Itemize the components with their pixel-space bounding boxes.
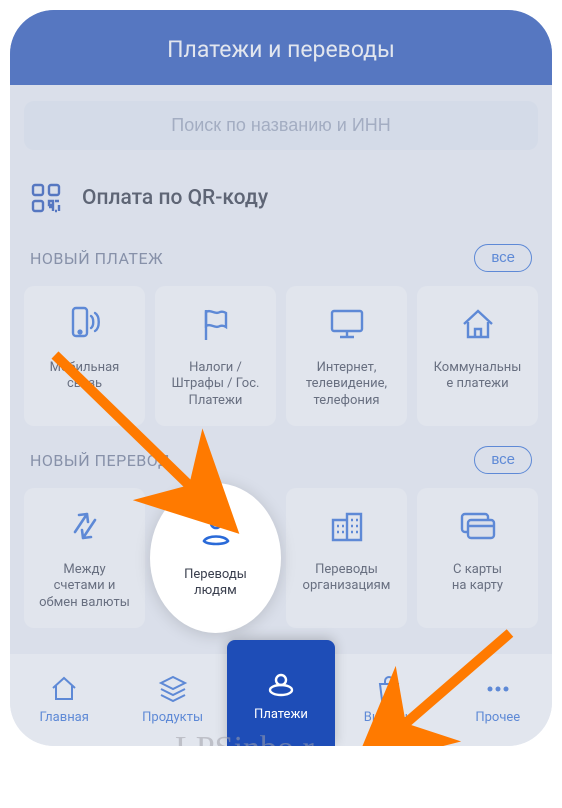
tile-transfer-people[interactable]: Переводы людям [150, 483, 281, 633]
person-icon [196, 509, 236, 553]
layers-icon [158, 674, 188, 704]
exchange-arrows-icon [65, 504, 105, 548]
nav-products[interactable]: Продукты [118, 654, 226, 746]
home-icon [458, 302, 498, 346]
tile-taxes[interactable]: Налоги / Штрафы / Гос. Платежи [155, 286, 276, 426]
qr-pay-row[interactable]: Оплата по QR-коду [24, 168, 538, 236]
nav-label: Платежи [254, 707, 308, 722]
tile-card-to-card[interactable]: С карты на карту [417, 488, 538, 628]
tile-label: Переводы организациям [303, 562, 391, 595]
nav-home[interactable]: Главная [10, 654, 118, 746]
device-frame: LPSinbo.r Платежи и переводы Оплата по Q… [10, 10, 552, 746]
tile-label: Коммунальны е платежи [434, 360, 522, 393]
qr-icon [30, 182, 62, 214]
building-icon [327, 504, 367, 548]
qr-pay-label: Оплата по QR-коду [82, 186, 268, 210]
tile-label: Налоги / Штрафы / Гос. Платежи [172, 360, 260, 409]
nav-label: Витрина [364, 710, 415, 725]
tile-label: С карты на карту [452, 562, 503, 595]
flag-icon [196, 302, 236, 346]
search-input[interactable] [24, 101, 538, 150]
nav-label: Продукты [142, 710, 203, 725]
cards-icon [456, 504, 500, 548]
tile-mobile[interactable]: Мобильная связь [24, 286, 145, 426]
home-outline-icon [49, 674, 79, 704]
tile-label: Интернет, телевидение, телефония [306, 360, 387, 409]
wallet-icon [265, 671, 297, 701]
tile-label: Мобильная связь [50, 360, 120, 393]
monitor-icon [326, 302, 368, 346]
tile-between-accounts[interactable]: Между счетами и обмен валюты [24, 488, 145, 628]
new-payment-section: НОВЫЙ ПЛАТЕЖ все Мобильная связь Налоги … [24, 236, 538, 426]
phone-signal-icon [63, 302, 107, 346]
nav-showcase[interactable]: Витрина [335, 654, 443, 746]
nav-more[interactable]: Прочее [444, 654, 552, 746]
new-payment-title: НОВЫЙ ПЛАТЕЖ [30, 249, 163, 268]
bottom-nav: Главная Продукты Платежи Витрина Прочее [10, 654, 552, 746]
nav-payments[interactable]: Платежи [227, 640, 335, 746]
new-payment-all-button[interactable]: все [474, 244, 532, 272]
new-transfer-all-button[interactable]: все [474, 446, 532, 474]
tile-label: Переводы людям [184, 567, 247, 600]
search-row [24, 85, 538, 168]
bag-icon [374, 674, 404, 704]
dots-icon [483, 674, 513, 704]
new-transfer-section: НОВЫЙ ПЕРЕВОД все Между счетами и обмен … [24, 438, 538, 628]
tile-label: Между счетами и обмен валюты [39, 562, 130, 611]
tile-transfer-org[interactable]: Переводы организациям [286, 488, 407, 628]
new-transfer-title: НОВЫЙ ПЕРЕВОД [30, 451, 171, 470]
tile-utilities[interactable]: Коммунальны е платежи [417, 286, 538, 426]
content-area: Оплата по QR-коду НОВЫЙ ПЛАТЕЖ все Мобил… [10, 85, 552, 654]
nav-label: Прочее [475, 710, 520, 725]
app-header: Платежи и переводы [10, 10, 552, 85]
page-title: Платежи и переводы [167, 36, 395, 63]
nav-label: Главная [39, 710, 88, 725]
tile-internet[interactable]: Интернет, телевидение, телефония [286, 286, 407, 426]
